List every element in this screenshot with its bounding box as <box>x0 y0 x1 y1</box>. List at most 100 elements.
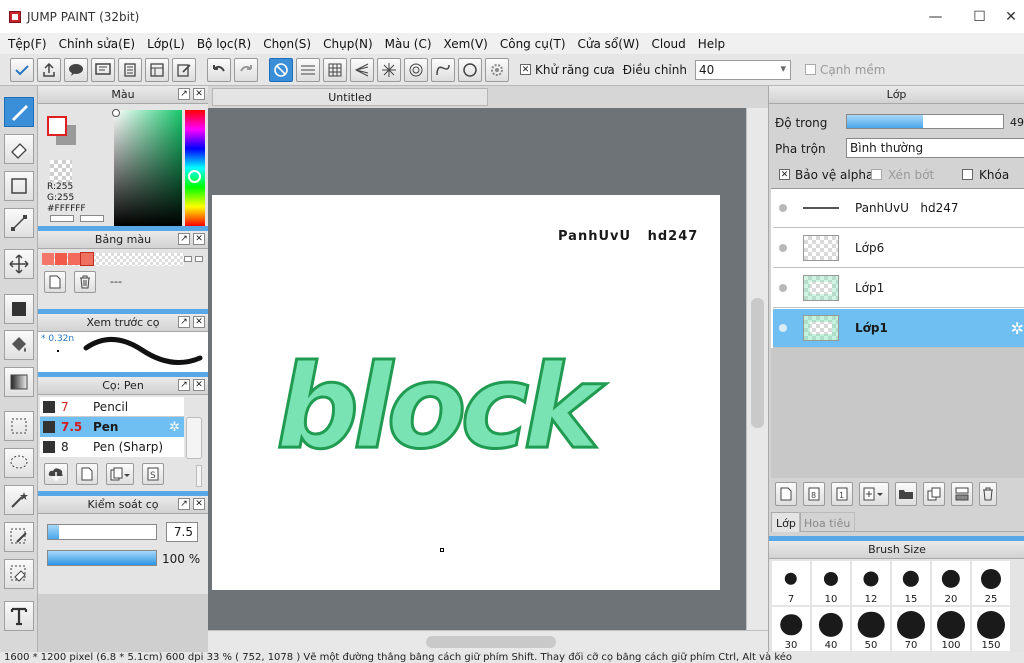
menu-help[interactable]: Help <box>692 37 731 51</box>
bucket-tool-icon[interactable] <box>4 330 34 360</box>
palette-scroll-left[interactable] <box>184 256 192 262</box>
redo-icon[interactable] <box>234 57 258 82</box>
menu-color[interactable]: Màu (C) <box>379 37 438 51</box>
protect-alpha-checkbox[interactable]: ✕ <box>779 169 790 180</box>
eraser-tool-icon[interactable] <box>4 134 34 164</box>
palette-swatch[interactable] <box>42 253 54 265</box>
parallel-lines-icon[interactable] <box>296 57 320 82</box>
trash-icon[interactable] <box>979 482 997 506</box>
menu-window[interactable]: Cửa sổ(W) <box>572 37 646 51</box>
brush-size-option[interactable]: 15 <box>892 561 930 605</box>
text-tool-icon[interactable] <box>4 601 34 631</box>
comment-icon[interactable] <box>91 57 115 82</box>
close-icon[interactable]: ✕ <box>193 316 205 328</box>
saturation-value-picker[interactable] <box>114 110 182 226</box>
gear-icon[interactable]: ✲ <box>169 420 180 435</box>
layer-row[interactable]: Lớp6 <box>773 229 1024 268</box>
brush-settings-icon[interactable]: S <box>142 463 164 485</box>
maximize-button[interactable]: ☐ <box>957 0 1002 33</box>
brush-size-option[interactable]: 100 <box>932 607 970 651</box>
rectangle-tool-icon[interactable] <box>4 171 34 201</box>
concentric-circles-icon[interactable] <box>404 57 428 82</box>
color-mode-button[interactable] <box>50 215 74 222</box>
tab-layers[interactable]: Lớp <box>771 512 801 532</box>
gear-icon[interactable]: ✲ <box>1011 319 1024 338</box>
menu-select[interactable]: Chọn(S) <box>257 37 317 51</box>
move-tool-icon[interactable] <box>4 249 34 279</box>
brush-item-pen[interactable]: 7.5 Pen ✲ <box>40 417 184 437</box>
line-tool-icon[interactable] <box>4 208 34 238</box>
cloud-sync-icon[interactable] <box>10 57 34 82</box>
document-tab[interactable]: Untitled <box>212 88 488 106</box>
fill-rectangle-tool-icon[interactable] <box>4 294 34 324</box>
layer-row-selected[interactable]: Lớp1 ✲ <box>773 309 1024 348</box>
drawing-canvas[interactable]: PanhUvU hd247 block <box>212 195 720 590</box>
lasso-tool-icon[interactable] <box>4 448 34 478</box>
page-icon[interactable] <box>118 57 142 82</box>
menu-filter[interactable]: Bộ lọc(R) <box>191 37 257 51</box>
select-rectangle-tool-icon[interactable] <box>4 411 34 441</box>
brush-tool-icon[interactable] <box>4 97 34 127</box>
clip-checkbox[interactable] <box>871 169 882 180</box>
brush-size-option[interactable]: 10 <box>812 561 850 605</box>
color-option-button[interactable] <box>80 215 104 222</box>
merge-layer-icon[interactable] <box>951 482 973 506</box>
menu-file[interactable]: Tệp(F) <box>2 37 53 51</box>
gear-icon[interactable] <box>485 57 509 82</box>
brush-size-option[interactable]: 30 <box>772 607 810 651</box>
undo-icon[interactable] <box>207 57 231 82</box>
copy-brush-icon[interactable] <box>106 463 134 485</box>
minimize-button[interactable]: — <box>913 0 958 33</box>
grid-icon[interactable] <box>323 57 347 82</box>
transparent-color-swatch[interactable] <box>50 160 72 182</box>
new-swatch-icon[interactable] <box>44 271 66 293</box>
trash-icon[interactable] <box>74 271 96 293</box>
brush-size-input[interactable]: 7.5 <box>166 522 198 542</box>
close-button[interactable]: ✕ <box>998 0 1024 33</box>
select-pen-tool-icon[interactable] <box>4 522 34 552</box>
close-icon[interactable]: ✕ <box>193 233 205 245</box>
undock-icon[interactable]: ↗ <box>178 498 190 510</box>
undock-icon[interactable]: ↗ <box>178 88 190 100</box>
duplicate-layer-icon[interactable] <box>923 482 945 506</box>
new-8bit-layer-icon[interactable]: 8 <box>803 482 825 506</box>
hue-slider[interactable] <box>185 110 205 226</box>
layer-row[interactable]: Lớp1 <box>773 269 1024 308</box>
brush-size-option[interactable]: 20 <box>932 561 970 605</box>
canvas-horizontal-scrollbar[interactable] <box>208 630 768 652</box>
close-icon[interactable]: ✕ <box>193 498 205 510</box>
cloud-download-icon[interactable] <box>44 463 68 485</box>
curve-icon[interactable] <box>431 57 455 82</box>
select-eraser-tool-icon[interactable] <box>4 559 34 589</box>
soft-edge-checkbox[interactable] <box>804 64 816 75</box>
brush-size-option[interactable]: 150 <box>972 607 1010 651</box>
palette-swatch[interactable] <box>80 252 94 266</box>
undock-icon[interactable]: ↗ <box>178 233 190 245</box>
brush-size-option[interactable]: 12 <box>852 561 890 605</box>
visibility-icon[interactable] <box>773 204 793 212</box>
menu-edit[interactable]: Chỉnh sửa(E) <box>53 37 142 51</box>
ellipse-snap-icon[interactable] <box>458 57 482 82</box>
close-icon[interactable]: ✕ <box>193 379 205 391</box>
layer-opacity-slider[interactable] <box>846 114 1004 129</box>
radial-lines-icon[interactable] <box>377 57 401 82</box>
new-brush-icon[interactable] <box>76 463 98 485</box>
gradient-tool-icon[interactable] <box>4 367 34 397</box>
undock-icon[interactable]: ↗ <box>178 379 190 391</box>
brush-size-option[interactable]: 7 <box>772 561 810 605</box>
perspective-icon[interactable] <box>350 57 374 82</box>
visibility-icon[interactable] <box>773 284 793 292</box>
folder-icon[interactable] <box>895 482 917 506</box>
undock-icon[interactable]: ↗ <box>178 316 190 328</box>
palette-swatch[interactable] <box>68 253 80 265</box>
new-layer-icon[interactable] <box>775 482 797 506</box>
add-layer-menu-icon[interactable] <box>859 482 889 506</box>
antialias-checkbox[interactable]: ✕ <box>520 64 531 75</box>
menu-capture[interactable]: Chụp(N) <box>317 37 379 51</box>
tab-navigator[interactable]: Hoa tiêu <box>799 512 856 532</box>
export-icon[interactable] <box>37 57 61 82</box>
close-icon[interactable]: ✕ <box>193 88 205 100</box>
menu-tools[interactable]: Công cụ(T) <box>494 37 572 51</box>
lock-checkbox[interactable] <box>962 169 973 180</box>
menu-layer[interactable]: Lớp(L) <box>141 37 191 51</box>
